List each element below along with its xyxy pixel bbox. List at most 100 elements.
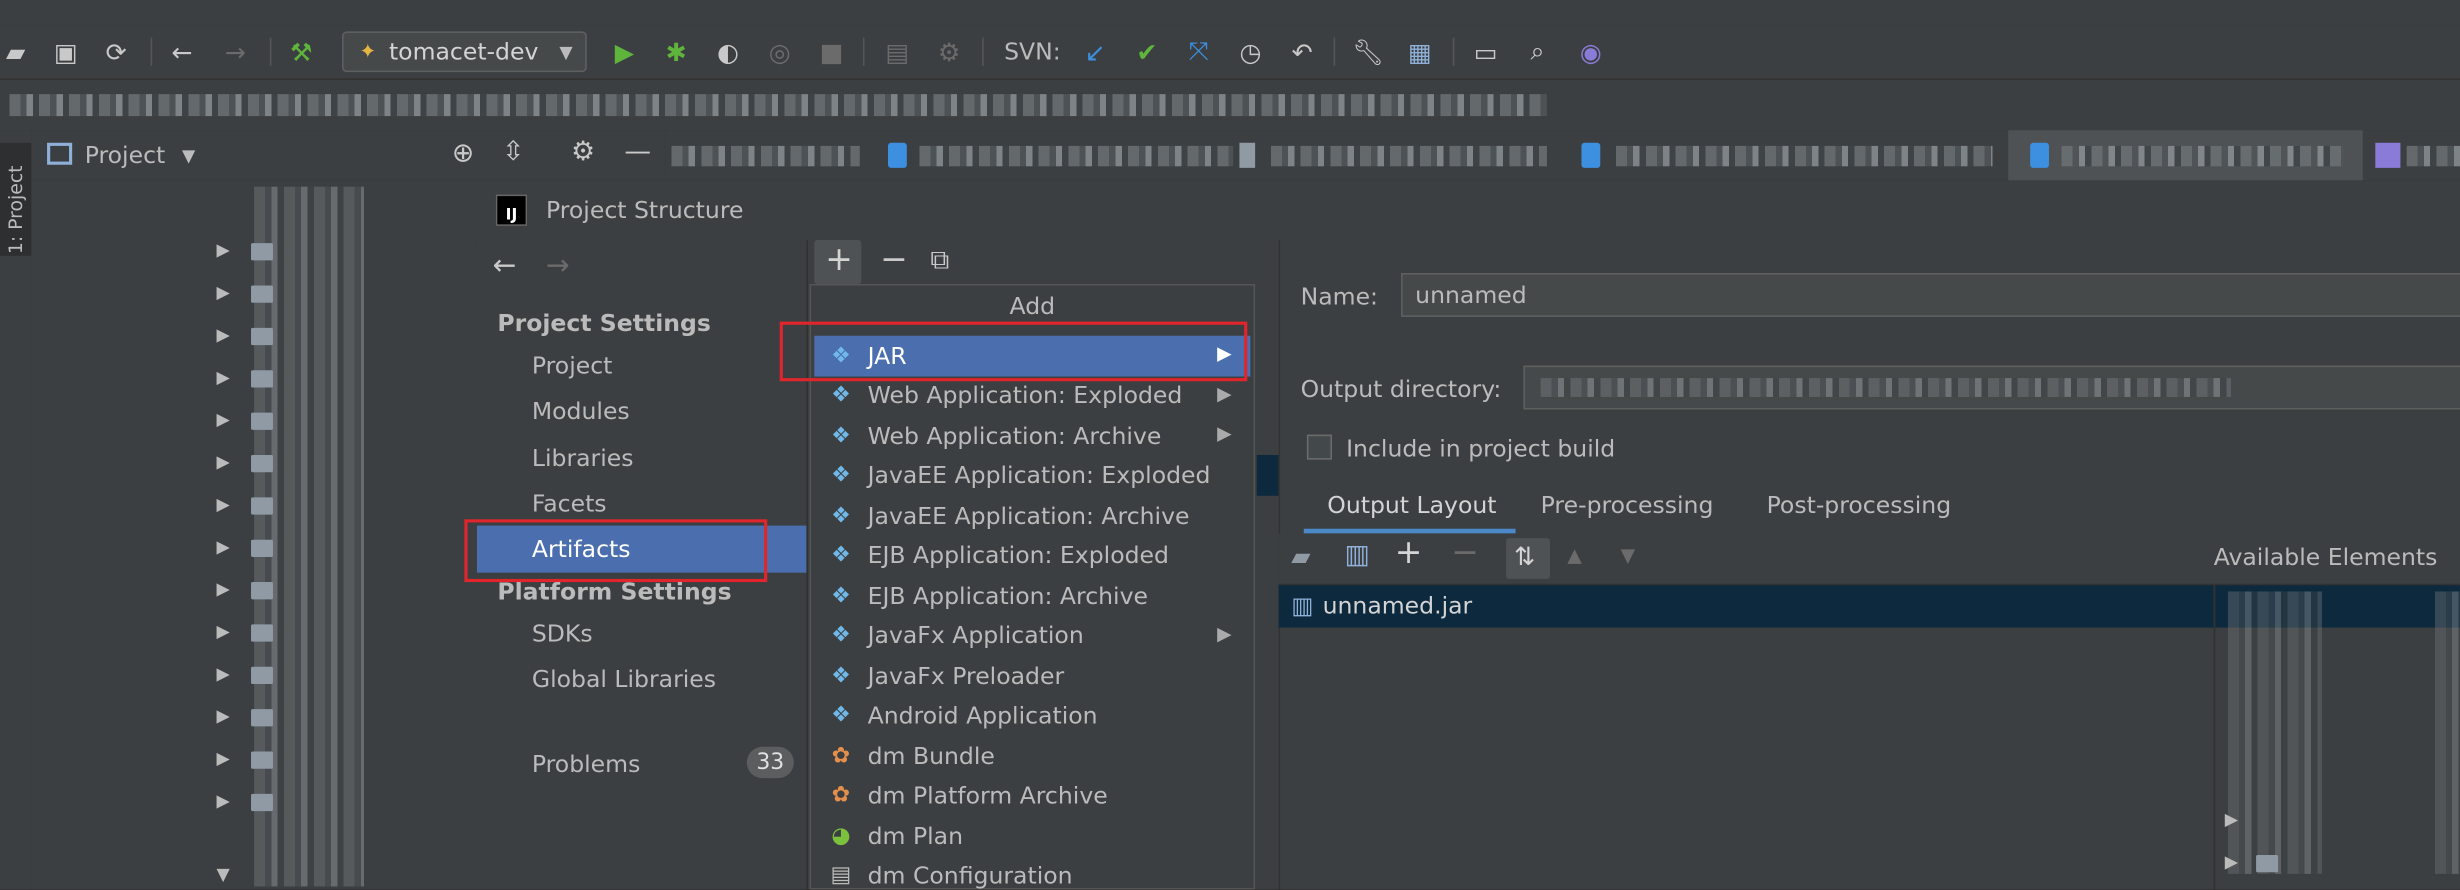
menu-item-javafx-preloader[interactable]: ❖ JavaFx Preloader bbox=[814, 656, 1250, 696]
tree-expand-icon[interactable]: ▶ bbox=[217, 367, 230, 387]
redacted-tab[interactable] bbox=[1270, 145, 1547, 167]
sync-icon[interactable]: ⟳ bbox=[100, 36, 131, 67]
nav-item-global-libraries[interactable]: Global Libraries bbox=[532, 665, 716, 693]
copy-artifact-button[interactable]: ⧉ bbox=[930, 245, 949, 276]
add-copy-plus-icon[interactable]: + bbox=[1395, 533, 1423, 571]
tree-expand-icon[interactable]: ▶ bbox=[217, 409, 230, 429]
svn-commit-icon[interactable]: ✔ bbox=[1131, 36, 1162, 67]
remove-artifact-button[interactable]: − bbox=[880, 240, 908, 278]
tree-expand-icon[interactable]: ▶ bbox=[217, 325, 230, 345]
nav-item-artifacts[interactable]: Artifacts bbox=[476, 525, 810, 573]
save-icon[interactable]: ▣ bbox=[50, 36, 81, 67]
artifact-list-selection[interactable] bbox=[1256, 454, 1279, 496]
plugin-icon[interactable]: ◉ bbox=[1575, 36, 1606, 67]
redacted-tab[interactable] bbox=[671, 145, 860, 167]
menu-item-dm-plan[interactable]: ◕ dm Plan bbox=[814, 816, 1250, 856]
archive-icon[interactable]: ▥ bbox=[1345, 540, 1370, 571]
redacted-tab[interactable] bbox=[2406, 145, 2460, 167]
menu-item-javaee-application-exploded[interactable]: ❖ JavaEE Application: Exploded bbox=[814, 456, 1250, 496]
move-up-icon[interactable]: ▲ bbox=[1567, 544, 1581, 566]
menu-item-javafx-application[interactable]: ❖ JavaFx Application ▶ bbox=[814, 616, 1250, 656]
output-layout-row[interactable]: ▥ unnamed.jar bbox=[1278, 585, 2214, 628]
redacted-path bbox=[1540, 378, 2231, 397]
menu-item-ejb-application-exploded[interactable]: ❖ EJB Application: Exploded bbox=[814, 536, 1250, 576]
tree-expand-icon[interactable]: ▶ bbox=[217, 579, 230, 599]
new-directory-icon[interactable]: ▰ bbox=[1291, 541, 1310, 571]
tab-post-processing[interactable]: Post-processing bbox=[1767, 491, 1952, 519]
artifact-name-input[interactable]: unnamed bbox=[1401, 272, 2460, 317]
add-artifact-button[interactable]: + bbox=[814, 240, 862, 284]
menu-item-ejb-application-archive[interactable]: ❖ EJB Application: Archive bbox=[814, 576, 1250, 616]
nav-item-sdks[interactable]: SDKs bbox=[532, 620, 593, 648]
forward-icon[interactable]: → bbox=[546, 249, 570, 282]
back-icon[interactable]: ← bbox=[166, 36, 197, 67]
locate-icon[interactable]: ⊕ bbox=[452, 138, 474, 169]
submenu-arrow-icon: ▶ bbox=[1217, 422, 1232, 444]
terminal-icon[interactable]: ▭ bbox=[1470, 36, 1501, 67]
settings-wrench-icon[interactable]: 🔧︎ bbox=[1352, 36, 1384, 67]
tab-output-layout[interactable]: Output Layout bbox=[1327, 491, 1496, 519]
remove-element-icon[interactable]: − bbox=[1451, 533, 1479, 571]
collapse-icon[interactable]: ⇳ bbox=[502, 136, 524, 167]
debug-icon[interactable]: ✱ bbox=[661, 36, 692, 67]
menu-item-dm-bundle[interactable]: ✿ dm Bundle bbox=[814, 736, 1250, 776]
tree-expand-icon[interactable]: ▶ bbox=[217, 748, 230, 768]
chevron-down-icon[interactable]: ▼ bbox=[182, 146, 195, 166]
tree-expand-icon[interactable]: ▶ bbox=[217, 494, 230, 514]
redacted-tab[interactable] bbox=[919, 145, 1234, 167]
svn-update-arrow-icon[interactable]: ↙ bbox=[1079, 36, 1110, 67]
tree-expand-icon[interactable]: ▶ bbox=[217, 240, 230, 260]
tool-window-strip: 1: Project bbox=[0, 130, 33, 890]
tree-expand-icon[interactable]: ▶ bbox=[217, 664, 230, 684]
minimize-icon[interactable]: — bbox=[624, 136, 651, 167]
project-settings-header: Project Settings bbox=[497, 309, 711, 338]
tree-expand-icon[interactable]: ▶ bbox=[217, 452, 230, 472]
coverage-icon[interactable]: ◐ bbox=[712, 36, 743, 67]
run-icon[interactable]: ▶ bbox=[609, 36, 640, 67]
nav-item-facets[interactable]: Facets bbox=[532, 489, 607, 517]
svn-tree-icon[interactable]: ⚙ bbox=[933, 36, 964, 67]
output-layout-toolbar: ▰ ▥ + − ⇅ ▲ ▼ Available Elements bbox=[1278, 533, 2460, 586]
gear-icon[interactable]: ⚙ bbox=[571, 136, 595, 167]
svn-compare-icon[interactable]: ⤧ bbox=[1183, 36, 1214, 67]
tree-expand-icon[interactable]: ▶ bbox=[217, 282, 230, 302]
forward-icon[interactable]: → bbox=[220, 36, 251, 67]
menu-item-dm-configuration[interactable]: ▤ dm Configuration bbox=[814, 856, 1250, 890]
menu-item-jar[interactable]: ❖ JAR ▶ bbox=[814, 335, 1251, 376]
tab-pre-processing[interactable]: Pre-processing bbox=[1541, 491, 1714, 519]
tree-expand-icon[interactable]: ▶ bbox=[217, 706, 230, 726]
redacted-tab[interactable] bbox=[1615, 145, 1993, 167]
nav-item-libraries[interactable]: Libraries bbox=[532, 444, 634, 472]
folder-open-icon[interactable]: ▰ bbox=[0, 36, 31, 67]
tree-expand-icon[interactable]: ▶ bbox=[217, 791, 230, 811]
menu-item-dm-platform-archive[interactable]: ✿ dm Platform Archive bbox=[814, 776, 1250, 816]
sort-elements-button[interactable]: ⇅ bbox=[1506, 538, 1551, 579]
nav-item-problems[interactable]: Problems bbox=[532, 750, 640, 778]
build-hammer-icon[interactable]: ⚒ bbox=[286, 36, 317, 67]
tree-expand-icon[interactable]: ▶ bbox=[2225, 810, 2238, 830]
include-in-build-checkbox[interactable] bbox=[1306, 434, 1332, 460]
project-structure-icon[interactable]: ▦ bbox=[1404, 36, 1435, 67]
active-editor-tab[interactable] bbox=[2008, 130, 2363, 181]
tree-expand-icon[interactable]: ▶ bbox=[217, 621, 230, 641]
menu-item-android-application[interactable]: ❖ Android Application bbox=[814, 696, 1250, 736]
profile-icon[interactable]: ◎ bbox=[764, 36, 795, 67]
revert-icon[interactable]: ↶ bbox=[1286, 36, 1317, 67]
tree-expand-icon[interactable]: ▶ bbox=[2225, 852, 2238, 872]
history-icon[interactable]: ◷ bbox=[1235, 36, 1266, 67]
side-tab-project[interactable]: 1: Project bbox=[0, 142, 32, 256]
nav-item-modules[interactable]: Modules bbox=[532, 397, 630, 425]
move-down-icon[interactable]: ▼ bbox=[1621, 544, 1635, 566]
menu-item-javaee-application-archive[interactable]: ❖ JavaEE Application: Archive bbox=[814, 496, 1250, 536]
tree-expand-icon[interactable]: ▶ bbox=[217, 537, 230, 557]
menu-item-web-application-exploded[interactable]: ❖ Web Application: Exploded ▶ bbox=[814, 376, 1250, 416]
output-directory-input[interactable] bbox=[1523, 365, 2460, 410]
tree-collapse-icon[interactable]: ▼ bbox=[217, 864, 230, 884]
search-icon[interactable]: ⌕ bbox=[1522, 36, 1553, 67]
svn-update-icon[interactable]: ▤ bbox=[882, 36, 913, 67]
back-icon[interactable]: ← bbox=[493, 249, 517, 282]
menu-item-web-application-archive[interactable]: ❖ Web Application: Archive ▶ bbox=[814, 416, 1250, 456]
nav-item-project[interactable]: Project bbox=[532, 351, 613, 379]
stop-icon[interactable]: ■ bbox=[816, 36, 847, 67]
run-config-dropdown[interactable]: ✦ tomacet-dev ▼ bbox=[342, 31, 587, 73]
